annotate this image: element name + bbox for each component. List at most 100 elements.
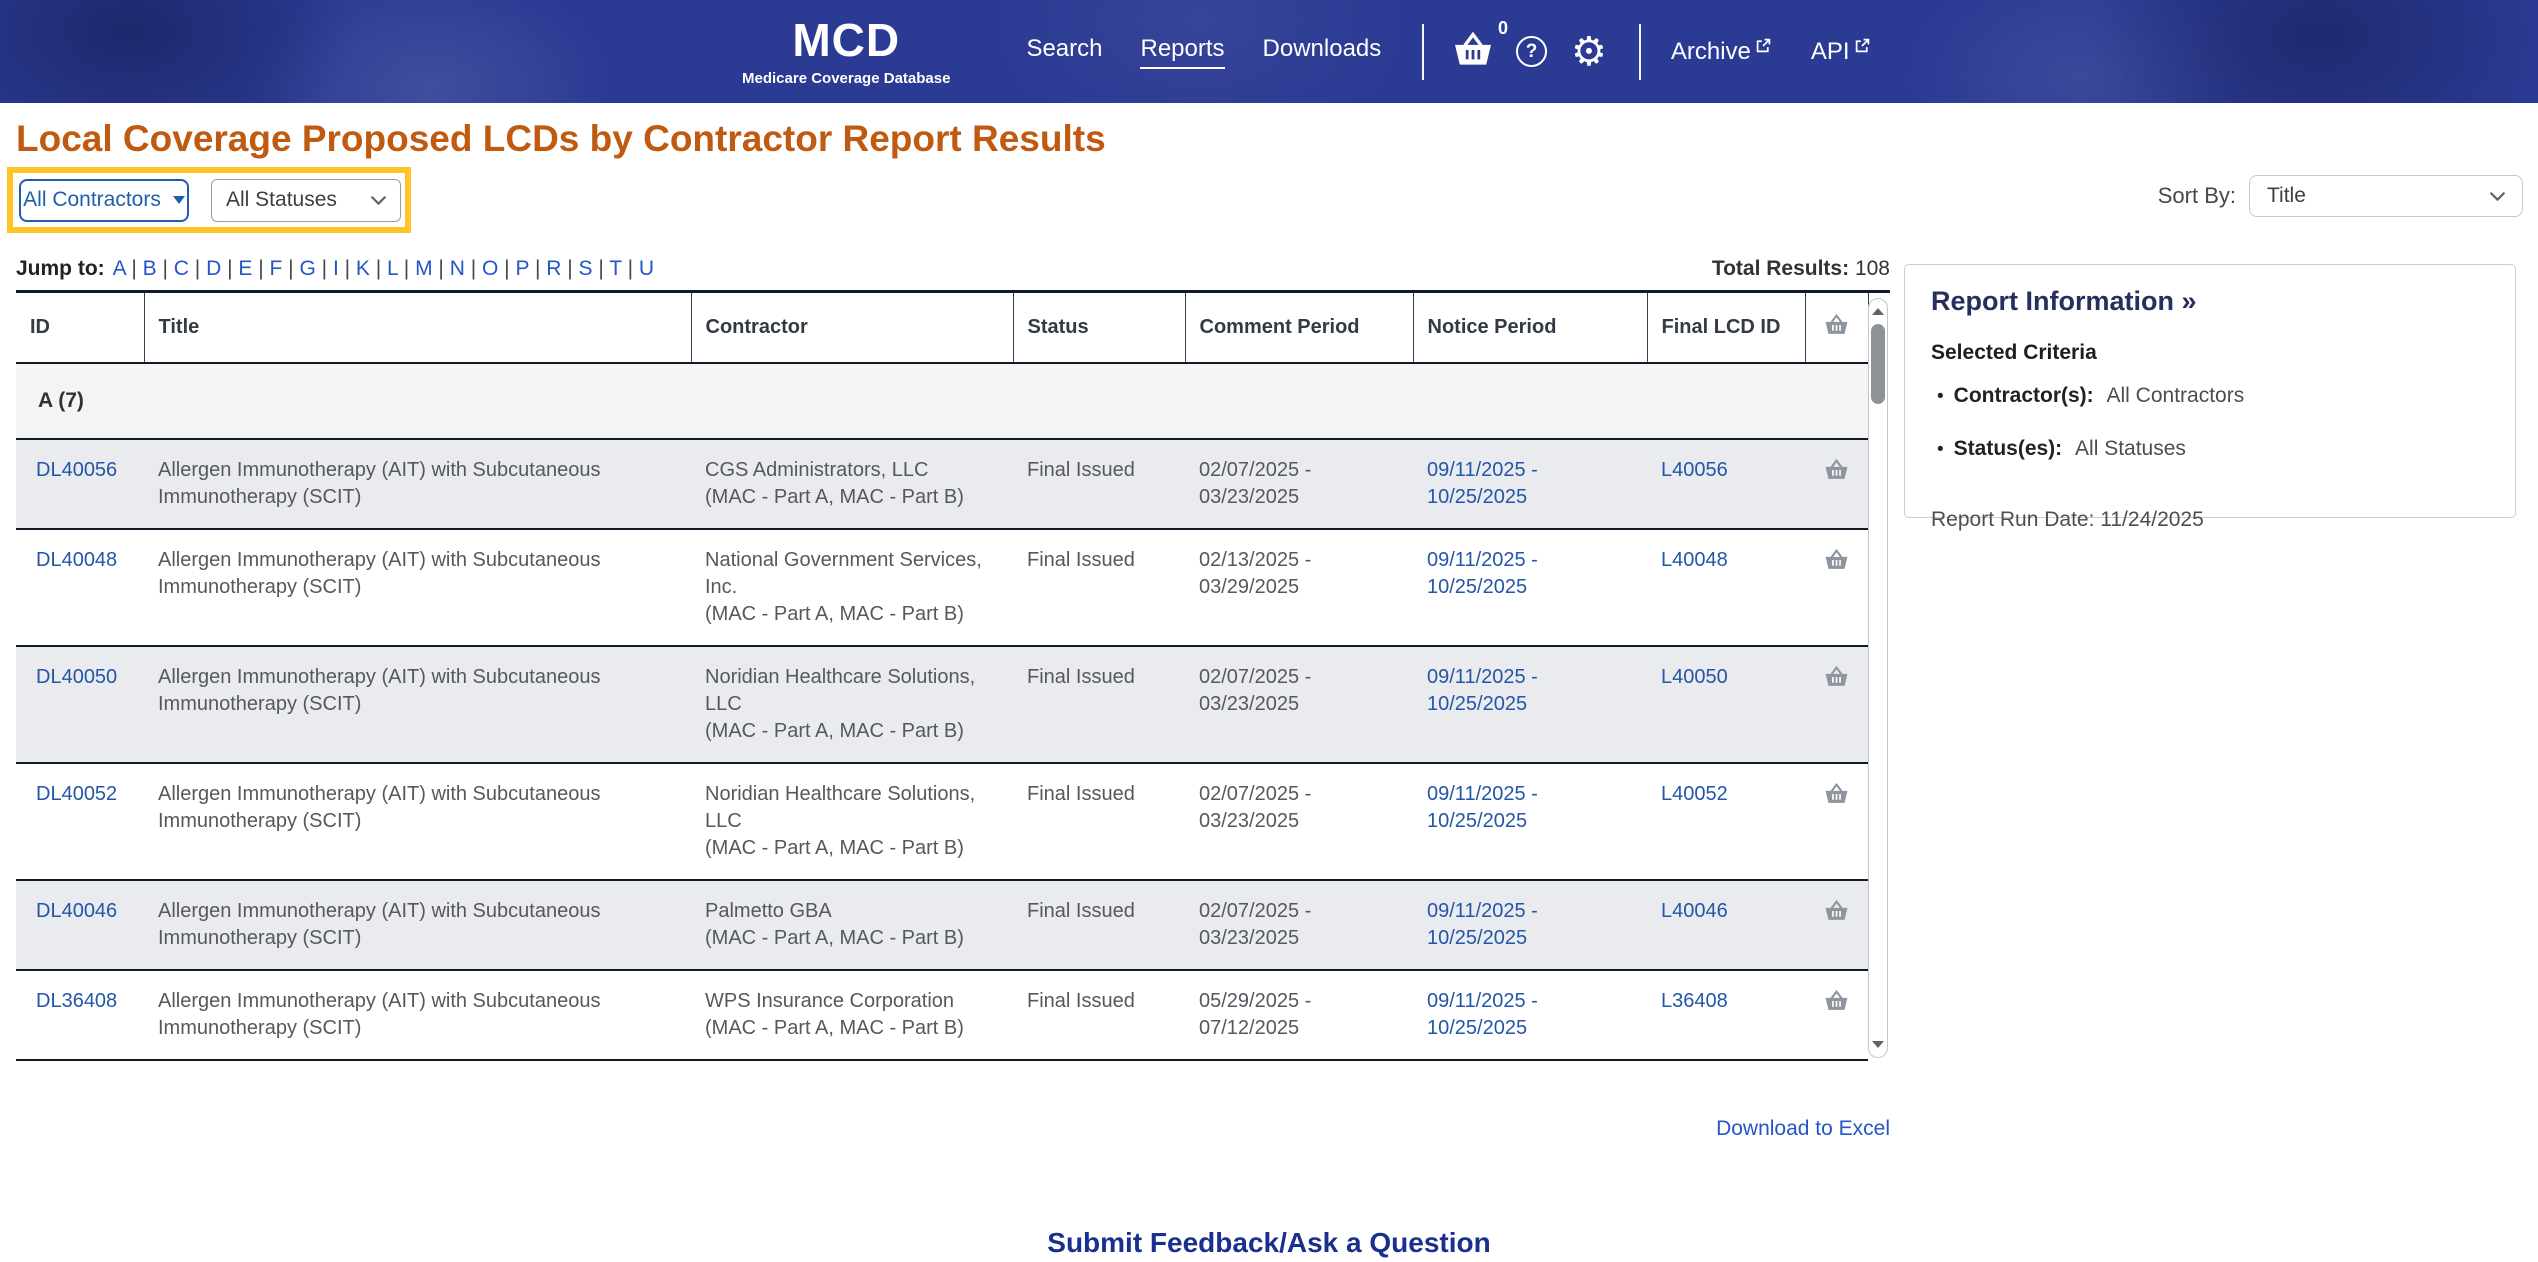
final-lcd-id-link[interactable]: L40050 bbox=[1661, 666, 1728, 688]
report-information-panel: Report Information » Selected Criteria •… bbox=[1904, 264, 2516, 531]
logo-title: MCD bbox=[792, 13, 901, 66]
gear-icon[interactable] bbox=[1571, 32, 1607, 72]
api-link[interactable]: API bbox=[1811, 38, 1870, 66]
contractor-cell: Noridian Healthcare Solutions, LLC (MAC -… bbox=[691, 646, 1013, 764]
proposed-lcd-id-link[interactable]: DL40050 bbox=[36, 666, 117, 688]
table-scrollbar[interactable] bbox=[1868, 298, 1888, 1058]
submit-feedback-link[interactable]: Submit Feedback/Ask a Question bbox=[1047, 1227, 1490, 1258]
report-information-heading[interactable]: Report Information » bbox=[1931, 286, 2489, 317]
final-lcd-id-link[interactable]: L36408 bbox=[1661, 990, 1728, 1012]
column-header-basket bbox=[1805, 293, 1869, 364]
lcd-title: Allergen Immunotherapy (AIT) with Subcut… bbox=[144, 529, 691, 647]
column-header-comment-period: Comment Period bbox=[1185, 293, 1414, 364]
scroll-up-arrow[interactable] bbox=[1872, 308, 1884, 315]
notice-period-link[interactable]: 09/11/2025 -10/25/2025 bbox=[1427, 898, 1633, 952]
jump-letter[interactable]: I bbox=[316, 257, 339, 280]
scrollbar-thumb[interactable] bbox=[1871, 324, 1885, 404]
nav-link-downloads[interactable]: Downloads bbox=[1263, 35, 1382, 69]
status-cell: Final Issued bbox=[1013, 646, 1185, 764]
column-header-title: Title bbox=[144, 293, 692, 364]
final-lcd-cell: L40046 bbox=[1647, 880, 1805, 971]
criteria-statuses: • Status(es): All Statuses bbox=[1937, 437, 2186, 460]
notice-period-cell: 09/11/2025 -10/25/2025 bbox=[1413, 970, 1647, 1061]
basket-button[interactable]: 0 bbox=[1452, 18, 1508, 71]
jump-letter[interactable]: U bbox=[622, 257, 654, 280]
column-header-final-lcd-id: Final LCD ID bbox=[1647, 293, 1806, 364]
jump-letter[interactable]: T bbox=[593, 257, 622, 280]
add-to-basket-button[interactable] bbox=[1824, 782, 1849, 808]
comment-period-cell: 05/29/2025 -07/12/2025 bbox=[1185, 970, 1413, 1061]
scroll-down-arrow[interactable] bbox=[1872, 1041, 1884, 1048]
notice-period-cell: 09/11/2025 -10/25/2025 bbox=[1413, 880, 1647, 971]
add-to-basket-button[interactable] bbox=[1824, 458, 1849, 484]
notice-period-link[interactable]: 09/11/2025 -10/25/2025 bbox=[1427, 457, 1633, 511]
status-cell: Final Issued bbox=[1013, 763, 1185, 881]
section-label: A (7) bbox=[16, 363, 1868, 440]
table-row: DL40052 Allergen Immunotherapy (AIT) wit… bbox=[16, 763, 1868, 881]
table-row: DL40048 Allergen Immunotherapy (AIT) wit… bbox=[16, 529, 1868, 647]
final-lcd-id-link[interactable]: L40046 bbox=[1661, 900, 1728, 922]
help-icon[interactable] bbox=[1516, 36, 1547, 67]
jump-letter[interactable]: B bbox=[126, 257, 157, 280]
jump-letter[interactable]: F bbox=[252, 257, 282, 280]
table-row: DL40050 Allergen Immunotherapy (AIT) wit… bbox=[16, 646, 1868, 764]
final-lcd-id-link[interactable]: L40048 bbox=[1661, 549, 1728, 571]
column-header-notice-period: Notice Period bbox=[1413, 293, 1648, 364]
jump-letter[interactable]: E bbox=[221, 257, 252, 280]
proposed-lcd-id-link[interactable]: DL36408 bbox=[36, 990, 117, 1012]
results-table: ID Title Contractor Status Comment Perio… bbox=[16, 293, 1869, 1061]
download-to-excel-link[interactable]: Download to Excel bbox=[1716, 1117, 1890, 1140]
proposed-lcd-id-link[interactable]: DL40046 bbox=[36, 900, 117, 922]
notice-period-link[interactable]: 09/11/2025 -10/25/2025 bbox=[1427, 547, 1633, 601]
proposed-lcd-id-link[interactable]: DL40056 bbox=[36, 459, 117, 481]
final-lcd-cell: L40050 bbox=[1647, 646, 1805, 764]
notice-period-link[interactable]: 09/11/2025 -10/25/2025 bbox=[1427, 781, 1633, 835]
nav-link-search[interactable]: Search bbox=[1026, 35, 1102, 69]
proposed-lcd-id-link[interactable]: DL40048 bbox=[36, 549, 117, 571]
add-to-basket-button[interactable] bbox=[1824, 899, 1849, 925]
jump-letter[interactable]: O bbox=[465, 257, 498, 280]
add-to-basket-button[interactable] bbox=[1824, 665, 1849, 691]
final-lcd-id-link[interactable]: L40052 bbox=[1661, 783, 1728, 805]
jump-letter[interactable]: G bbox=[282, 257, 315, 280]
archive-link[interactable]: Archive bbox=[1671, 38, 1771, 66]
jump-letter[interactable]: P bbox=[498, 257, 529, 280]
status-cell: Final Issued bbox=[1013, 529, 1185, 647]
bullet-icon: • bbox=[1937, 386, 1944, 407]
basket-count-badge: 0 bbox=[1497, 18, 1508, 38]
sort-by-label: Sort By: bbox=[2157, 183, 2236, 208]
jump-letter[interactable]: S bbox=[561, 257, 592, 280]
notice-period-link[interactable]: 09/11/2025 -10/25/2025 bbox=[1427, 988, 1633, 1042]
jump-letter[interactable]: D bbox=[189, 257, 221, 280]
add-to-basket-button[interactable] bbox=[1824, 548, 1849, 574]
table-header-row: ID Title Contractor Status Comment Perio… bbox=[16, 293, 1869, 364]
section-row: A (7) bbox=[16, 363, 1868, 440]
final-lcd-id-link[interactable]: L40056 bbox=[1661, 459, 1728, 481]
contractors-dropdown[interactable]: All Contractors bbox=[19, 178, 189, 222]
add-to-basket-button[interactable] bbox=[1824, 989, 1849, 1015]
final-lcd-cell: L40052 bbox=[1647, 763, 1805, 881]
primary-nav: Search Reports Downloads bbox=[1026, 35, 1381, 69]
filter-row: All Contractors All Statuses Sort By: Ti… bbox=[0, 167, 2538, 237]
jump-letter[interactable]: M bbox=[398, 257, 433, 280]
notice-period-link[interactable]: 09/11/2025 -10/25/2025 bbox=[1427, 664, 1633, 718]
status-cell: Final Issued bbox=[1013, 970, 1185, 1061]
top-nav-bar: MCD Medicare Coverage Database Search Re… bbox=[0, 0, 2538, 103]
jump-letter[interactable]: K bbox=[339, 257, 370, 280]
jump-letter[interactable]: N bbox=[433, 257, 465, 280]
jump-letter[interactable]: C bbox=[157, 257, 189, 280]
contractor-cell: CGS Administrators, LLC (MAC - Part A, MA… bbox=[691, 439, 1013, 530]
mcd-logo[interactable]: MCD Medicare Coverage Database bbox=[742, 17, 950, 87]
proposed-lcd-id-link[interactable]: DL40052 bbox=[36, 783, 117, 805]
filters-highlight-box: All Contractors All Statuses bbox=[7, 167, 411, 233]
basket-icon bbox=[1824, 313, 1849, 341]
jump-letter[interactable]: L bbox=[370, 257, 398, 280]
jump-letter[interactable]: R bbox=[529, 257, 561, 280]
nav-link-reports[interactable]: Reports bbox=[1140, 35, 1225, 69]
page-title: Local Coverage Proposed LCDs by Contract… bbox=[16, 118, 1106, 159]
status-cell: Final Issued bbox=[1013, 880, 1185, 971]
jump-row: Jump to: ABCDEFGIKLMNOPRSTU Total Results… bbox=[16, 257, 1890, 281]
sort-by-select[interactable]: Title bbox=[2249, 175, 2523, 217]
jump-letter[interactable]: A bbox=[113, 257, 126, 280]
statuses-select[interactable]: All Statuses bbox=[211, 178, 401, 222]
